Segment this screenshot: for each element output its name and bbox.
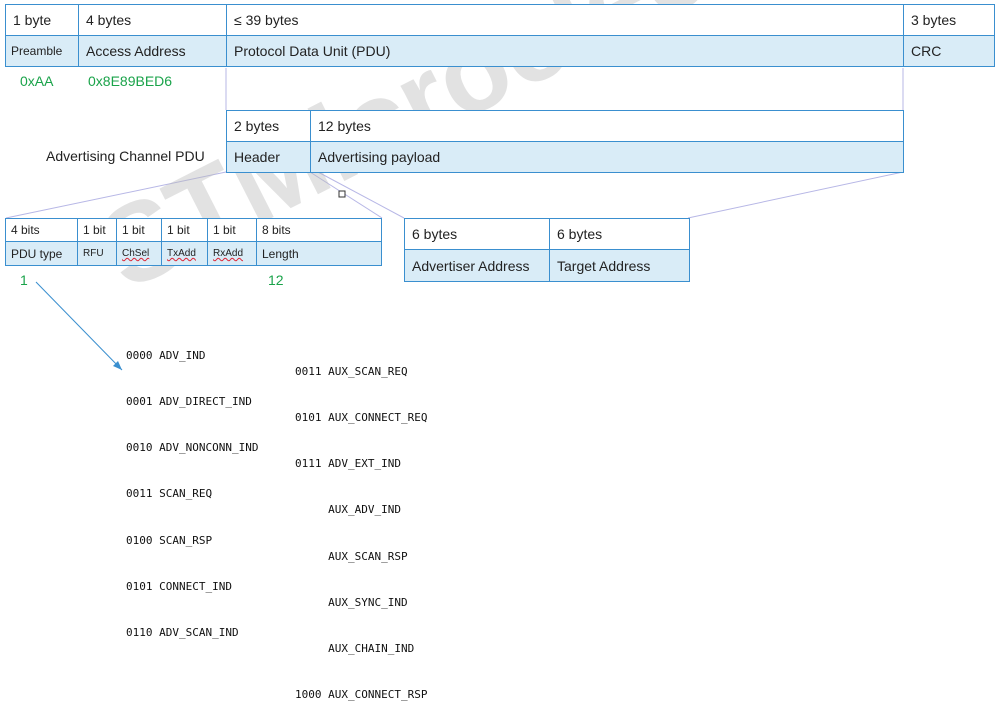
pdu-type-entry: 0011 AUX_SCAN_REQ bbox=[295, 364, 408, 378]
size-access-address: 4 bytes bbox=[78, 4, 227, 36]
pdu-type-entry: 0001 ADV_DIRECT_IND bbox=[126, 395, 252, 409]
pdu-type-entry: AUX_SCAN_RSP bbox=[295, 549, 408, 563]
size-length: 8 bits bbox=[256, 218, 382, 242]
size-preamble: 1 byte bbox=[5, 4, 79, 36]
access-address-value: 0x8E89BED6 bbox=[88, 73, 173, 89]
field-chsel: ChSel bbox=[116, 241, 162, 266]
size-pdu-type: 4 bits bbox=[5, 218, 78, 242]
field-target-address: Target Address bbox=[549, 249, 690, 282]
preamble-value: 0xAA bbox=[20, 73, 54, 89]
length-value: 12 bbox=[268, 272, 284, 288]
size-crc: 3 bytes bbox=[903, 4, 995, 36]
field-access-address: Access Address bbox=[78, 35, 227, 67]
size-payload: 12 bytes bbox=[310, 110, 904, 142]
pdu-type-entry: 0011 SCAN_REQ bbox=[126, 487, 213, 501]
pdu-type-entry: 0010 ADV_NONCONN_IND bbox=[126, 441, 259, 455]
pdu-type-entry: AUX_ADV_IND bbox=[295, 503, 401, 517]
size-advertiser-address: 6 bytes bbox=[404, 218, 550, 250]
field-preamble: Preamble bbox=[5, 35, 79, 67]
field-pdu-type: PDU type bbox=[5, 241, 78, 266]
pdu-type-list-right: 0011 AUX_SCAN_REQ 0101 AUX_CONNECT_REQ 0… bbox=[295, 333, 427, 718]
txadd-text: TxAdd bbox=[167, 248, 196, 259]
pdu-type-entry: 0100 SCAN_RSP bbox=[126, 533, 213, 547]
pdu-type-entry: AUX_CHAIN_IND bbox=[295, 642, 415, 656]
size-chsel: 1 bit bbox=[116, 218, 162, 242]
field-header: Header bbox=[226, 141, 311, 173]
pdu-type-entry: 0110 ADV_SCAN_IND bbox=[126, 626, 239, 640]
field-length: Length bbox=[256, 241, 382, 266]
size-header: 2 bytes bbox=[226, 110, 311, 142]
field-pdu: Protocol Data Unit (PDU) bbox=[226, 35, 904, 67]
pdu-type-entry: 0101 CONNECT_IND bbox=[126, 579, 232, 593]
size-txadd: 1 bit bbox=[161, 218, 208, 242]
pdu-label: Advertising Channel PDU bbox=[46, 148, 205, 164]
size-target-address: 6 bytes bbox=[549, 218, 690, 250]
pdu-type-entry: 0000 ADV_IND bbox=[126, 348, 206, 362]
size-pdu: ≤ 39 bytes bbox=[226, 4, 904, 36]
pdu-type-value: 1 bbox=[20, 272, 28, 288]
field-rfu: RFU bbox=[77, 241, 117, 266]
field-advertising-payload: Advertising payload bbox=[310, 141, 904, 173]
field-crc: CRC bbox=[903, 35, 995, 67]
size-rfu: 1 bit bbox=[77, 218, 117, 242]
pdu-type-entry: 1000 AUX_CONNECT_RSP bbox=[295, 688, 428, 702]
chsel-text: ChSel bbox=[122, 248, 150, 259]
size-rxadd: 1 bit bbox=[207, 218, 257, 242]
rxadd-text: RxAdd bbox=[213, 248, 244, 259]
pdu-type-entry: 0101 AUX_CONNECT_REQ bbox=[295, 411, 428, 425]
pdu-type-entry: AUX_SYNC_IND bbox=[295, 595, 408, 609]
pdu-type-list-left: 0000 ADV_IND 0001 ADV_DIRECT_IND 0010 AD… bbox=[126, 317, 258, 656]
field-rxadd: RxAdd bbox=[207, 241, 257, 266]
field-txadd: TxAdd bbox=[161, 241, 208, 266]
pdu-type-entry: 0111 ADV_EXT_IND bbox=[295, 457, 401, 471]
field-advertiser-address: Advertiser Address bbox=[404, 249, 550, 282]
